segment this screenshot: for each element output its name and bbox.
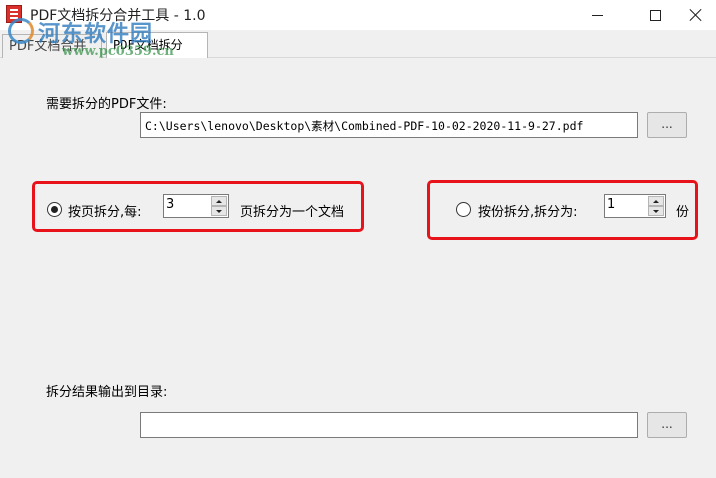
- copies-count-value[interactable]: 1: [607, 197, 615, 212]
- copies-count-stepper[interactable]: 1: [604, 194, 666, 218]
- tab-pdf-merge[interactable]: PDF文档合并: [2, 34, 102, 58]
- output-dir-input[interactable]: [140, 412, 638, 438]
- close-button[interactable]: [675, 0, 716, 30]
- split-by-copies-radio[interactable]: [456, 202, 471, 217]
- pages-per-document-value[interactable]: 3: [166, 197, 174, 212]
- close-icon: [689, 8, 703, 22]
- window-title: PDF文档拆分合并工具 - 1.0: [30, 8, 206, 24]
- browse-output-button[interactable]: ...: [647, 412, 687, 438]
- split-by-page-suffix: 页拆分为一个文档: [240, 205, 345, 220]
- maximize-icon: [649, 9, 661, 21]
- pages-decrement-button[interactable]: [211, 206, 227, 216]
- pages-per-document-stepper[interactable]: 3: [163, 194, 229, 218]
- maximize-button[interactable]: [632, 0, 678, 30]
- tab-pdf-split[interactable]: PDF文档拆分: [106, 32, 208, 58]
- title-bar: PDF文档拆分合并工具 - 1.0: [0, 0, 716, 30]
- copies-increment-button[interactable]: [648, 196, 664, 206]
- chevron-down-icon: [216, 209, 222, 213]
- split-by-copies-prefix: 按份拆分,拆分为:: [478, 205, 578, 220]
- split-by-page-prefix: 按页拆分,每:: [68, 205, 142, 220]
- split-by-page-radio[interactable]: [47, 202, 62, 217]
- output-dir-label: 拆分结果输出到目录:: [46, 385, 168, 400]
- browse-source-button[interactable]: ...: [647, 112, 687, 138]
- split-by-copies-suffix: 份: [676, 205, 690, 220]
- chevron-up-icon: [653, 199, 659, 203]
- pages-increment-button[interactable]: [211, 196, 227, 206]
- chevron-down-icon: [653, 209, 659, 213]
- minimize-button[interactable]: [574, 0, 620, 30]
- source-file-path-input[interactable]: C:\Users\lenovo\Desktop\素材\Combined-PDF-…: [140, 112, 638, 138]
- minimize-icon: [591, 14, 603, 16]
- chevron-up-icon: [216, 199, 222, 203]
- source-file-label: 需要拆分的PDF文件:: [46, 97, 167, 112]
- copies-decrement-button[interactable]: [648, 206, 664, 216]
- pdf-app-icon: [6, 5, 22, 23]
